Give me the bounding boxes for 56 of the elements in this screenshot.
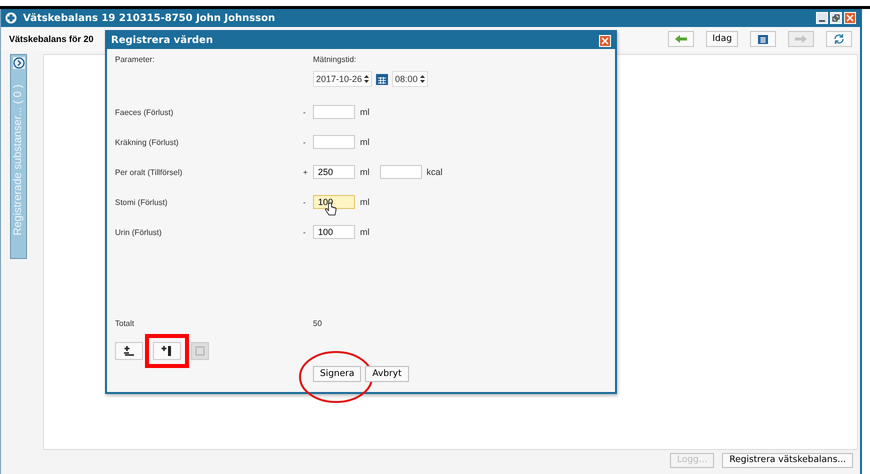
time-field[interactable]: 08:00 bbox=[392, 71, 428, 87]
plus-minus-icon bbox=[123, 345, 135, 357]
sign: - bbox=[303, 138, 307, 146]
sign: - bbox=[303, 108, 307, 116]
back-button[interactable] bbox=[668, 31, 694, 47]
amount-field[interactable]: 250 bbox=[313, 165, 355, 179]
column-label: Parameter: bbox=[115, 55, 156, 64]
total-label: Totalt bbox=[115, 318, 136, 328]
amount-field[interactable]: 100 bbox=[313, 225, 355, 239]
unit-label: ml bbox=[360, 167, 370, 177]
calendar-button[interactable] bbox=[750, 31, 776, 47]
page-heading: Vätskebalans för 20 bbox=[9, 34, 94, 44]
minimize-button[interactable] bbox=[816, 12, 828, 24]
sign-button[interactable]: Signera bbox=[313, 366, 362, 382]
spinner-icon[interactable] bbox=[420, 75, 425, 83]
parameter-label: Per oralt (Tillförsel) bbox=[115, 168, 184, 176]
sign: + bbox=[303, 168, 309, 176]
date-field[interactable]: 2017-10-26 bbox=[313, 71, 372, 87]
expand-icon[interactable] bbox=[12, 57, 24, 69]
unit-label: ml bbox=[360, 197, 370, 207]
sign: - bbox=[303, 198, 307, 206]
total-value: 50 bbox=[313, 318, 322, 328]
today-button[interactable]: Idag bbox=[706, 31, 738, 47]
unit-label: kcal bbox=[426, 167, 443, 177]
calendar-icon[interactable] bbox=[375, 72, 390, 86]
parameter-label: Urin (Förlust) bbox=[115, 228, 163, 236]
side-panel-label: Registrerade substanser... ( 0 ) bbox=[12, 84, 24, 236]
calendar-icon bbox=[757, 33, 769, 45]
sign: - bbox=[303, 228, 307, 236]
plus-bar-icon bbox=[161, 345, 173, 357]
unit-label: ml bbox=[360, 107, 370, 117]
refresh-button[interactable] bbox=[826, 31, 852, 47]
cross-circle-icon bbox=[5, 12, 17, 24]
right-arrow-icon bbox=[794, 34, 808, 44]
kcal-field[interactable] bbox=[380, 165, 422, 179]
amount-field[interactable] bbox=[313, 135, 355, 149]
parameter-label: Kräkning (Förlust) bbox=[115, 138, 180, 146]
register-button[interactable]: Registrera vätskebalans... bbox=[722, 452, 853, 468]
plus-minus-button[interactable] bbox=[115, 342, 143, 360]
restore-button[interactable] bbox=[830, 12, 842, 24]
window-title: Vätskebalans 19 210315-8750 John Johnsson bbox=[23, 12, 276, 24]
cancel-button[interactable]: Avbryt bbox=[365, 366, 409, 382]
unit-label: ml bbox=[360, 137, 370, 147]
left-arrow-icon bbox=[674, 34, 688, 44]
unit-label: ml bbox=[360, 227, 370, 237]
square-icon bbox=[195, 346, 205, 356]
close-button[interactable] bbox=[599, 34, 611, 46]
add-column-button[interactable] bbox=[153, 342, 181, 360]
parameter-label: Stomi (Förlust) bbox=[115, 198, 168, 206]
amount-field[interactable] bbox=[313, 105, 355, 119]
spinner-icon[interactable] bbox=[364, 75, 370, 83]
parameter-label: Faeces (Förlust) bbox=[115, 108, 174, 116]
field-label: Mätningstid: bbox=[313, 55, 358, 64]
refresh-icon bbox=[833, 33, 845, 45]
close-button[interactable] bbox=[844, 12, 856, 24]
dialog-title: Registrera värden bbox=[111, 35, 213, 46]
